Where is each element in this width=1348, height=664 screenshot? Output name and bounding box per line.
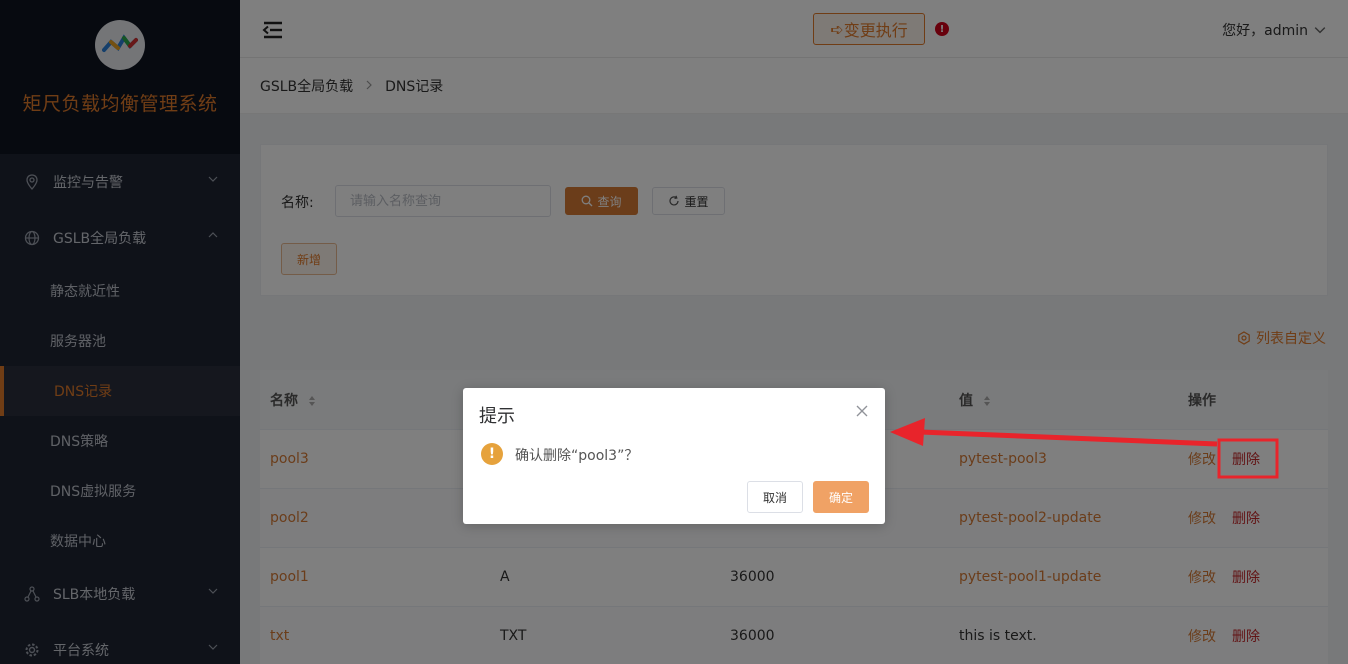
cancel-button[interactable]: 取消: [747, 481, 803, 513]
close-icon[interactable]: [855, 404, 869, 418]
modal-overlay[interactable]: [0, 0, 1348, 664]
confirm-button[interactable]: 确定: [813, 481, 869, 513]
confirm-dialog: 提示 ! 确认删除“pool3”？ 取消 确定: [463, 388, 885, 524]
dialog-message: 确认删除“pool3”？: [515, 448, 639, 464]
dialog-title: 提示: [479, 406, 515, 427]
warning-icon: !: [481, 443, 503, 465]
